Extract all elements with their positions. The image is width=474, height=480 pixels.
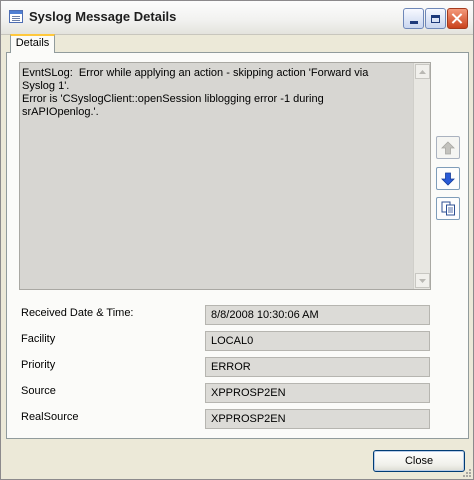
minimize-button[interactable]	[403, 8, 424, 29]
next-message-button[interactable]	[436, 167, 460, 190]
received-datetime-field[interactable]: 8/8/2008 10:30:06 AM	[205, 305, 430, 325]
chevron-down-icon	[419, 278, 426, 283]
received-datetime-label: Received Date & Time:	[21, 307, 134, 319]
copy-message-button[interactable]	[436, 197, 460, 220]
message-scrollbar[interactable]	[413, 63, 430, 289]
scroll-up-button[interactable]	[415, 64, 430, 79]
copy-icon	[441, 201, 455, 216]
realsource-field[interactable]: XPPROSP2EN	[205, 409, 430, 429]
close-button[interactable]: Close	[373, 450, 465, 472]
priority-label: Priority	[21, 359, 56, 371]
scroll-down-button[interactable]	[415, 273, 430, 288]
maximize-icon	[431, 14, 440, 23]
source-label: Source	[21, 385, 56, 397]
chevron-up-icon	[419, 69, 426, 74]
close-window-button[interactable]	[447, 8, 468, 29]
minimize-icon	[409, 21, 418, 24]
arrow-down-icon	[441, 172, 455, 186]
source-field[interactable]: XPPROSP2EN	[205, 383, 430, 403]
close-icon	[452, 13, 463, 24]
arrow-up-icon	[441, 140, 455, 154]
realsource-label: RealSource	[21, 411, 79, 423]
tab-details[interactable]: Details	[10, 34, 55, 53]
resize-grip-icon[interactable]	[461, 467, 471, 477]
message-textarea[interactable]: EvntSLog: Error while applying an action…	[19, 62, 431, 290]
syslog-message-details-window: Syslog Message Details Details EvntSLog:…	[0, 0, 474, 480]
title-bar[interactable]: Syslog Message Details	[1, 1, 473, 35]
priority-field[interactable]: ERROR	[205, 357, 430, 377]
maximize-button[interactable]	[425, 8, 446, 29]
facility-label: Facility	[21, 333, 56, 345]
details-panel: EvntSLog: Error while applying an action…	[6, 52, 469, 439]
window-title: Syslog Message Details	[29, 9, 177, 24]
window-icon	[9, 10, 23, 23]
facility-field[interactable]: LOCAL0	[205, 331, 430, 351]
message-text: EvntSLog: Error while applying an action…	[22, 67, 369, 118]
previous-message-button[interactable]	[436, 136, 460, 159]
